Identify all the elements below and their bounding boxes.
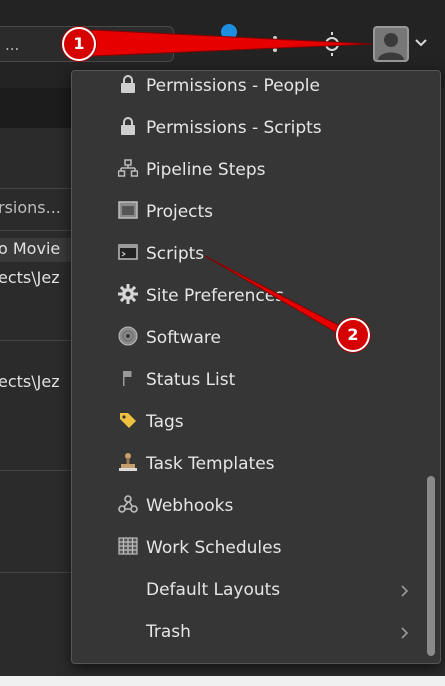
menu-item-permissions-people[interactable]: Permissions - People [72,71,432,107]
lock-icon [118,74,138,94]
sub-header-bar [0,88,72,128]
window-bottom-edge [0,676,445,686]
menu-item-label: Permissions - Scripts [146,118,322,138]
divider [0,340,72,341]
divider [0,188,72,189]
versions-text[interactable]: rsions... [0,198,61,217]
menu-item-label: Task Templates [146,454,275,474]
chevron-right-icon [401,585,408,597]
menu-item-projects[interactable]: Projects [72,191,432,233]
menu-item-label: Pipeline Steps [146,160,266,180]
pipeline-icon [118,158,138,178]
notification-badge[interactable] [221,24,237,40]
calendar-grid-icon [118,536,138,556]
menu-item-work-schedules[interactable]: Work Schedules [72,527,432,569]
menu-item-label: Projects [146,202,214,222]
chevron-right-icon [401,627,408,639]
menu-item-label: Webhooks [146,496,234,516]
menu-item-label: Default Layouts [146,580,281,600]
stamp-icon [118,452,138,472]
admin-dropdown-menu: Permissions - People Permissions - Scrip… [71,70,441,664]
menu-item-task-templates[interactable]: Task Templates [72,443,432,485]
lightbulb-icon[interactable] [320,32,344,56]
webhook-icon [118,494,138,514]
scripts-icon [118,242,138,262]
divider [0,572,72,573]
menu-item-tags[interactable]: Tags [72,401,432,443]
divider [0,470,72,471]
menu-item-label: Trash [146,622,191,642]
menu-item-label: Permissions - People [146,76,320,96]
menu-item-site-preferences[interactable]: Site Preferences [72,275,432,317]
menu-item-trash[interactable]: Trash [72,611,432,653]
menu-item-label: Tags [146,412,184,432]
flag-icon [118,368,138,388]
menu-item-default-layouts[interactable]: Default Layouts [72,569,432,611]
column-header[interactable]: o Movie [0,239,60,258]
menu-item-scripts[interactable]: Scripts [72,233,432,275]
gear-icon [118,284,138,304]
more-options-icon[interactable] [272,34,278,56]
menu-item-webhooks[interactable]: Webhooks [72,485,432,527]
menu-item-status-list[interactable]: Status List [72,359,432,401]
project-path: ects\Jez [0,372,60,391]
menu-item-pipeline-steps[interactable]: Pipeline Steps [72,149,432,191]
menu-item-label: Status List [146,370,236,390]
menu-item-permissions-scripts[interactable]: Permissions - Scripts [72,107,432,149]
menu-item-label: Work Schedules [146,538,282,558]
annotation-badge-2: 2 [336,318,370,352]
software-disc-icon [118,326,138,346]
chevron-down-icon[interactable] [415,38,427,48]
tag-icon [118,410,138,430]
annotation-badge-1: 1 [62,27,96,61]
project-path: ects\Jez [0,268,60,287]
projects-icon [118,200,138,220]
menu-item-software[interactable]: Software [72,317,432,359]
menu-scrollbar-thumb[interactable] [427,476,435,656]
menu-item-label: Site Preferences [146,286,285,306]
user-avatar[interactable] [373,26,409,62]
menu-item-label: Software [146,328,221,348]
person-silhouette-icon [378,33,404,60]
menu-item-label: Scripts [146,244,205,264]
lock-icon [118,116,138,136]
divider [0,230,72,231]
